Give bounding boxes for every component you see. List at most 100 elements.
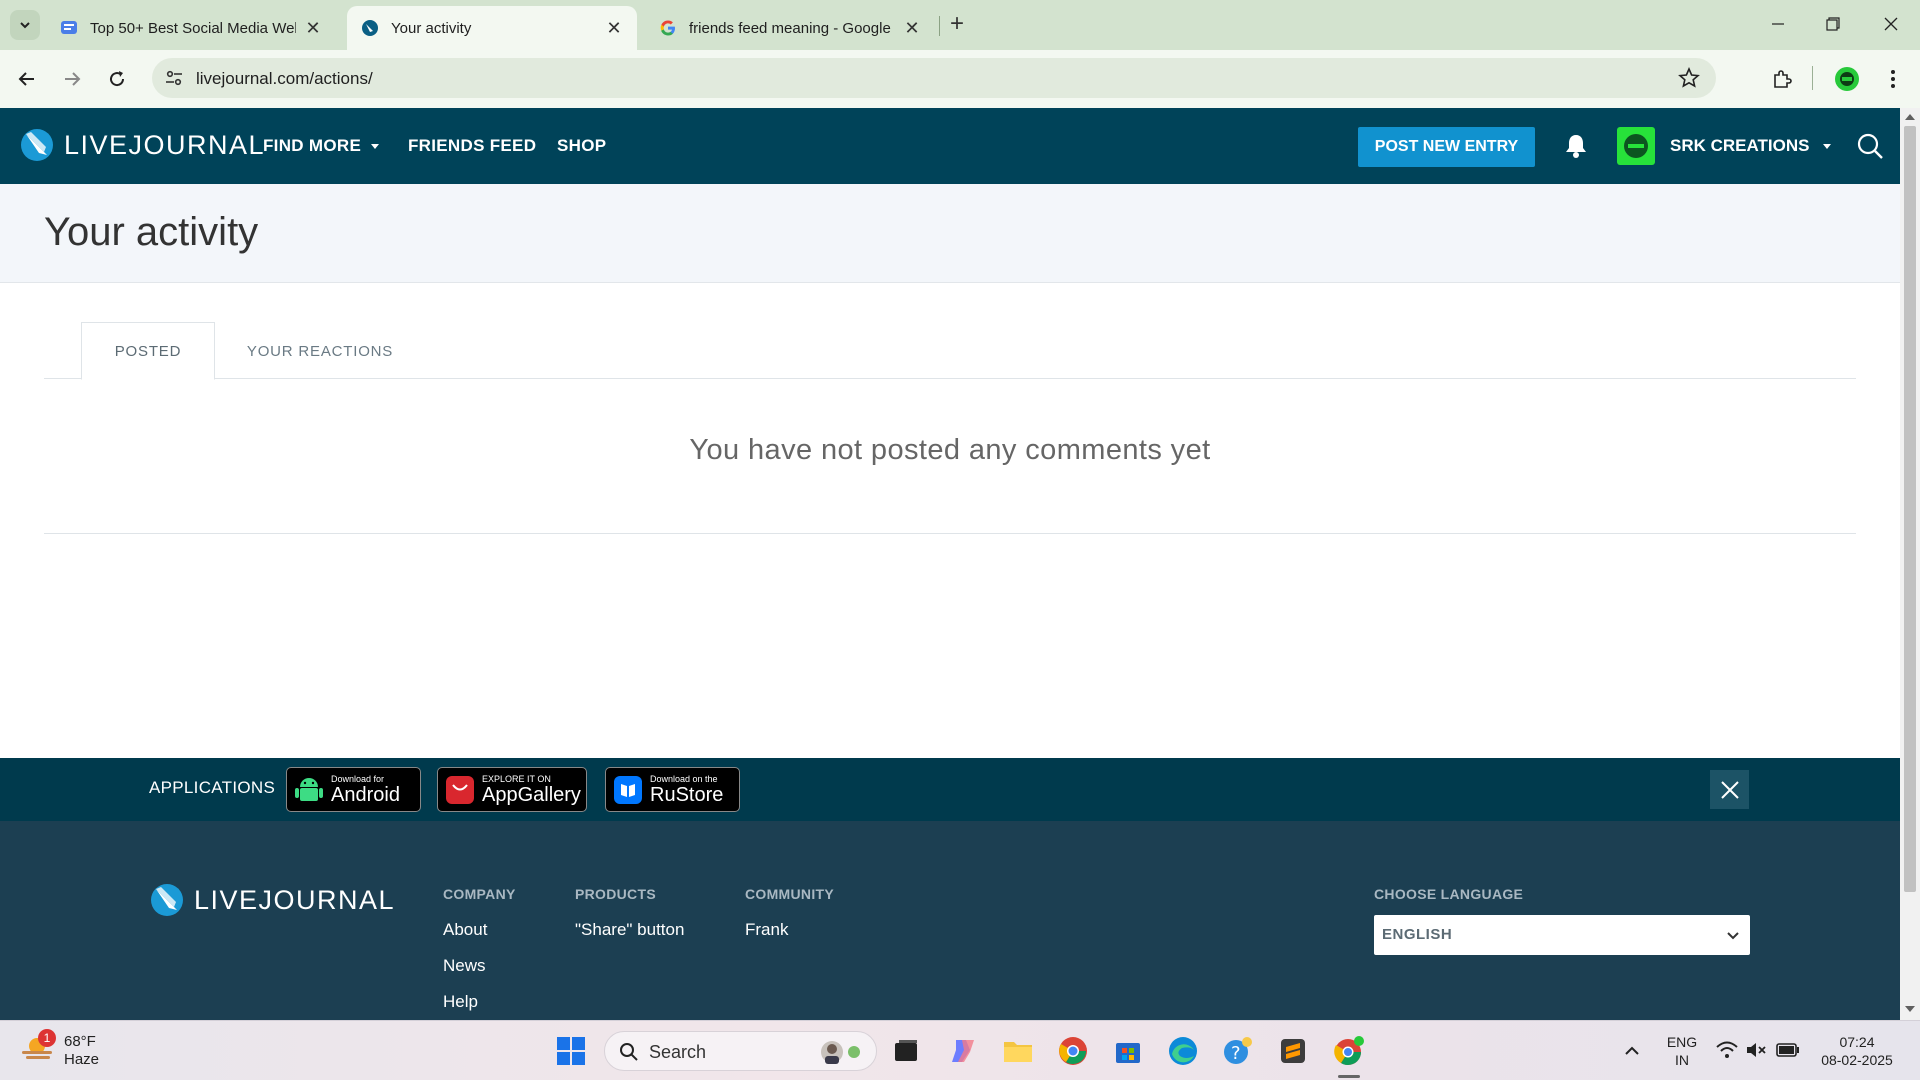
task-view-icon[interactable] — [890, 1035, 922, 1067]
notification-bell-icon[interactable] — [1564, 133, 1588, 159]
android-download-badge[interactable]: Download for Android — [286, 767, 421, 812]
tab-posted[interactable]: POSTED — [81, 322, 215, 380]
footer-link-about[interactable]: About — [443, 920, 516, 940]
chrome-profile-icon[interactable] — [1333, 1035, 1365, 1067]
applications-bar: APPLICATIONS Download for Android EXPLOR… — [0, 758, 1900, 821]
post-new-entry-button[interactable]: POST NEW ENTRY — [1358, 127, 1535, 167]
taskbar-search-box[interactable]: Search — [604, 1031, 877, 1071]
browser-tab-3[interactable]: friends feed meaning - Google ✕ — [645, 6, 935, 50]
browser-menu-icon[interactable] — [1880, 66, 1906, 92]
browser-tab-1[interactable]: Top 50+ Best Social Media Web ✕ — [46, 6, 336, 50]
username-label: SRK CREATIONS — [1670, 136, 1810, 155]
appgallery-badge[interactable]: EXPLORE IT ON AppGallery — [437, 767, 587, 812]
windows-start-icon[interactable] — [555, 1035, 587, 1067]
applications-label: APPLICATIONS — [149, 778, 276, 797]
site-info-icon[interactable] — [164, 68, 184, 88]
battery-icon[interactable] — [1776, 1043, 1800, 1057]
search-icon — [620, 1043, 638, 1061]
livejournal-logo[interactable]: LIVEJOURNAL — [20, 128, 265, 162]
badge-small-text: Download on the — [650, 773, 718, 784]
footer-link-help[interactable]: Help — [443, 992, 516, 1012]
tab-your-reactions[interactable]: YOUR REACTIONS — [230, 322, 410, 380]
microsoft-store-icon[interactable] — [1112, 1035, 1144, 1067]
choose-language-heading: CHOOSE LANGUAGE — [1374, 886, 1524, 902]
help-app-icon[interactable]: ? — [1222, 1035, 1254, 1067]
minimize-icon[interactable] — [1766, 12, 1790, 36]
profile-avatar-icon[interactable] — [1834, 66, 1860, 92]
footer-company-column: COMPANY About News Help — [443, 886, 516, 1028]
nav-find-more-label: FIND MORE — [263, 136, 362, 155]
page-scrollbar[interactable] — [1900, 108, 1920, 1020]
badge-small-text: Download for — [331, 773, 385, 784]
footer-link-news[interactable]: News — [443, 956, 516, 976]
copilot-icon[interactable] — [947, 1035, 979, 1067]
sublime-text-icon[interactable] — [1277, 1035, 1309, 1067]
weather-widget[interactable]: 1 68°F Haze — [20, 1029, 99, 1069]
footer-link-frank[interactable]: Frank — [745, 920, 834, 940]
scroll-up-arrow-icon[interactable] — [1905, 114, 1915, 120]
badge-big-text: Android — [331, 783, 400, 806]
scroll-down-arrow-icon[interactable] — [1905, 1006, 1915, 1012]
nav-shop[interactable]: SHOP — [557, 136, 606, 156]
speaker-muted-icon[interactable] — [1746, 1041, 1768, 1059]
language-select-value: ENGLISH — [1382, 926, 1453, 943]
avatar-image-icon — [1624, 134, 1648, 158]
weather-notification-badge: 1 — [38, 1029, 56, 1047]
footer-logo-text: LIVEJOURNAL — [194, 884, 396, 915]
tab-search-button[interactable] — [10, 10, 40, 40]
nav-find-more[interactable]: FIND MORE — [263, 136, 380, 156]
rustore-icon — [614, 775, 642, 804]
svg-text:?: ? — [1231, 1043, 1241, 1064]
google-favicon-icon — [660, 20, 675, 36]
back-arrow-icon[interactable] — [14, 66, 40, 92]
chevron-up-icon[interactable] — [1624, 1043, 1640, 1059]
clock[interactable]: 07:24 08-02-2025 — [1812, 1033, 1902, 1069]
extensions-puzzle-icon[interactable] — [1769, 66, 1795, 92]
language-select[interactable]: ENGLISH — [1374, 915, 1750, 955]
restore-icon[interactable] — [1821, 12, 1845, 36]
forward-arrow-icon[interactable] — [59, 66, 85, 92]
logo-text: LIVEJOURNAL — [64, 129, 266, 160]
chevron-down-icon — [1727, 932, 1739, 940]
clock-date: 08-02-2025 — [1821, 1052, 1893, 1068]
url-text: livejournal.com/actions/ — [196, 69, 373, 88]
close-icon[interactable]: ✕ — [304, 18, 322, 39]
bookmark-star-icon[interactable] — [1678, 67, 1700, 89]
edge-icon[interactable] — [1167, 1035, 1199, 1067]
wifi-icon[interactable] — [1716, 1041, 1738, 1059]
rustore-badge[interactable]: Download on the RuStore — [605, 767, 740, 812]
user-avatar[interactable] — [1617, 127, 1655, 165]
footer-link-share-button[interactable]: "Share" button — [575, 920, 684, 940]
close-window-icon[interactable] — [1879, 12, 1903, 36]
chrome-icon[interactable] — [1057, 1035, 1089, 1067]
reload-icon[interactable] — [104, 66, 130, 92]
language-line-2: IN — [1675, 1052, 1689, 1068]
caret-down-icon — [1823, 144, 1832, 150]
x-twitter-button[interactable] — [1710, 770, 1749, 809]
footer-livejournal-logo[interactable]: LIVEJOURNAL — [150, 883, 395, 917]
tab-divider — [939, 16, 940, 36]
browser-tab-2-active[interactable]: Your activity ✕ — [347, 6, 637, 50]
nav-friends-feed[interactable]: FRIENDS FEED — [408, 136, 536, 156]
close-icon[interactable]: ✕ — [903, 18, 921, 39]
android-icon — [295, 777, 323, 801]
browser-tab-bar: Top 50+ Best Social Media Web ✕ Your act… — [0, 0, 1920, 50]
tab-title: Top 50+ Best Social Media Web — [90, 19, 296, 37]
address-bar[interactable]: livejournal.com/actions/ — [152, 58, 1716, 98]
file-explorer-icon[interactable] — [1002, 1035, 1034, 1067]
divider — [44, 533, 1856, 534]
page-header: Your activity — [0, 184, 1900, 283]
active-app-indicator — [1338, 1075, 1360, 1078]
chevron-down-icon — [20, 22, 30, 29]
close-icon[interactable]: ✕ — [605, 18, 623, 39]
new-tab-plus-icon[interactable]: + — [950, 12, 964, 36]
site-header: LIVEJOURNAL FIND MORE FRIENDS FEED SHOP … — [0, 108, 1900, 184]
toolbar-divider — [1812, 66, 1813, 90]
x-logo-icon — [1720, 780, 1739, 799]
windows-taskbar: 1 68°F Haze Search ? ENG IN 07:24 08-02-… — [0, 1020, 1920, 1080]
user-menu[interactable]: SRK CREATIONS — [1670, 136, 1832, 156]
search-icon[interactable] — [1856, 132, 1884, 160]
input-language-indicator[interactable]: ENG IN — [1664, 1033, 1700, 1069]
scrollbar-thumb[interactable] — [1904, 126, 1916, 892]
search-highlight-image-icon — [821, 1041, 860, 1064]
